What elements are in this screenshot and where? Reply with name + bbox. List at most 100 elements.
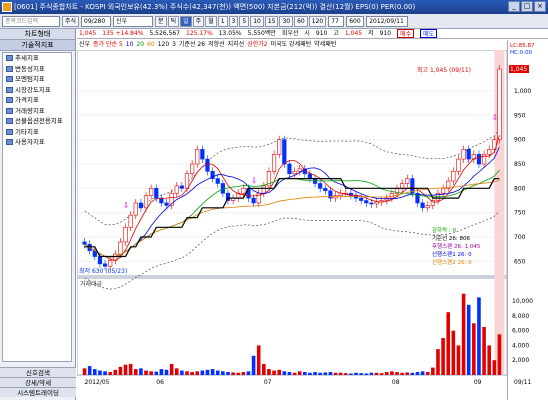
volume-bar — [133, 369, 138, 375]
period-input[interactable]: 09/280 — [81, 15, 112, 27]
date-input[interactable]: 2012/09/11 — [366, 15, 409, 27]
candle-body — [374, 201, 379, 205]
info-line: 기준선 26: 806 — [432, 234, 471, 242]
folder-icon — [6, 107, 13, 114]
sidebar-item-5[interactable]: 거래량지표 — [3, 106, 71, 117]
candle-body — [425, 205, 430, 209]
system-trading-button[interactable]: 시스템트레이딩 — [0, 387, 76, 397]
unit-button-9[interactable]: 15 — [264, 15, 279, 27]
unit-button-11[interactable]: 60 — [294, 15, 308, 27]
volume-bar — [415, 372, 420, 375]
info-line: 선행스팬1 26: 0 — [432, 250, 472, 258]
candle-body — [364, 200, 369, 204]
volume-label: 거래대금 — [80, 280, 103, 288]
low-value: 910 — [379, 30, 392, 37]
unit-button-6[interactable]: 3 — [228, 15, 239, 27]
unit-button-8[interactable]: 10 — [250, 15, 264, 27]
volume-bar — [410, 372, 415, 375]
folder-icon — [6, 97, 13, 103]
folder-icon — [6, 86, 13, 93]
maximize-button[interactable]: □ — [521, 1, 533, 12]
sidebar-item-4[interactable]: 가격지표 — [3, 95, 71, 106]
volume-bar — [256, 345, 261, 375]
sidebar-item-7[interactable]: 기타지표 — [3, 127, 71, 138]
unit-button-0[interactable]: 분 — [155, 15, 167, 27]
price-pane — [77, 50, 507, 277]
sidebar-item-6[interactable]: 선물옵션전용지표 — [3, 116, 71, 127]
buy-button[interactable]: 매수 — [397, 29, 415, 38]
x-tick-label: 09 — [474, 379, 482, 386]
price-tick-label: 800 — [514, 185, 526, 192]
candle-body — [251, 197, 256, 204]
unit-button-3[interactable]: 주 — [192, 15, 205, 27]
candle-body — [195, 149, 200, 165]
volume-bar — [113, 369, 118, 375]
volume-tick-label: 2,000 — [512, 357, 529, 364]
sell-button[interactable]: 매도 — [420, 29, 438, 38]
candle-body — [481, 153, 487, 165]
unit-buttons: 분 틱 일 주 월 1 3 5 10 15 30 60 120 — [155, 15, 327, 27]
volume-bar — [390, 371, 394, 375]
candle-body — [184, 173, 190, 189]
sidebar-item-8[interactable]: 사용자지표 — [3, 137, 71, 148]
sidebar-item-1[interactable]: 변동성지표 — [3, 64, 71, 75]
strength-button[interactable]: 강세/약세 — [0, 377, 76, 387]
unit-button-12[interactable]: 120 — [308, 15, 327, 27]
candle-body — [369, 202, 374, 205]
sidebar-item-label: 시장강도지표 — [15, 85, 51, 94]
candle-body — [451, 171, 456, 182]
unit-button-2[interactable]: 일 — [180, 15, 192, 27]
volume-bar — [108, 372, 112, 375]
sidebar-item-0[interactable]: 추세지표 — [3, 53, 71, 64]
x-tick-label: 2012/05 — [85, 379, 110, 386]
signal-search-button[interactable]: 신호검색 — [0, 367, 76, 377]
volume-bar — [231, 372, 235, 375]
minimize-button[interactable]: _ — [508, 1, 520, 12]
sidebar-item-2[interactable]: 모멘텀지표 — [3, 74, 71, 85]
stock-type-select[interactable]: 주식 — [62, 15, 80, 27]
unit-button-7[interactable]: 5 — [239, 15, 250, 27]
quote-bar: 1,045 135 +14.84% 5,526,567 125.17% 13.0… — [77, 29, 548, 39]
candle-body — [359, 197, 364, 201]
candle-body — [123, 227, 128, 243]
folder-icon — [6, 55, 13, 61]
volume-bar — [200, 370, 205, 375]
volume-bar — [456, 345, 461, 375]
volume-bar — [185, 371, 189, 375]
volume-bar — [103, 371, 107, 375]
volume-bar — [349, 373, 353, 375]
sidebar-item-label: 기타지표 — [15, 127, 39, 136]
folder-icon — [6, 118, 13, 124]
unit-button-4[interactable]: 월 — [205, 15, 217, 27]
indicator-list: 추세지표변동성지표 모멘텀지표 시장강도지표 가격지표 거래량지표 선물옵션전용지표 기타지… — [2, 52, 72, 362]
close-button[interactable]: × — [534, 1, 546, 12]
sidebar-item-label: 추세지표 — [15, 54, 39, 62]
tab-technical[interactable]: 기술적지표 — [0, 40, 75, 51]
x-tick-label: 06 — [156, 379, 164, 386]
volume-tick-label: 4,000 — [512, 342, 529, 349]
unit-button-10[interactable]: 30 — [279, 15, 294, 27]
unit-button-5[interactable]: 1 — [217, 15, 228, 27]
volume-bar — [369, 372, 374, 375]
volume-bar — [262, 363, 266, 375]
last-price-value: 1,045 — [510, 66, 527, 73]
volume-bar — [303, 372, 307, 375]
total-input[interactable]: 600 — [346, 15, 365, 27]
candle-body — [102, 263, 108, 267]
price-axis: LC:85.87HC:0.00 1,000 950 900 850 800 750 700 65… — [509, 43, 535, 386]
volume-bar — [123, 364, 128, 375]
candle-body — [200, 149, 205, 160]
volume-bar — [128, 363, 133, 375]
candle-body — [174, 185, 179, 194]
unit-button-1[interactable]: 틱 — [167, 15, 180, 27]
volume-bar — [425, 372, 430, 375]
stock-code-input[interactable]: 종목코드입력 — [2, 15, 60, 27]
volume-bar — [169, 363, 174, 375]
open-label: 시 — [304, 30, 310, 37]
range-input[interactable]: 77 — [328, 15, 345, 27]
price-chart[interactable]: ⇩ ⇩ ⇩ 최고 1,045 (09/11) 최저 630 (05/23) 감하락 : 0… — [77, 50, 507, 400]
price-tick-label: 850 — [514, 161, 526, 168]
high-label: 최고 1,045 (09/11) — [417, 66, 471, 74]
stock-name-input[interactable]: 신우 — [113, 15, 154, 27]
sidebar-item-3[interactable]: 시장강도지표 — [3, 85, 71, 96]
